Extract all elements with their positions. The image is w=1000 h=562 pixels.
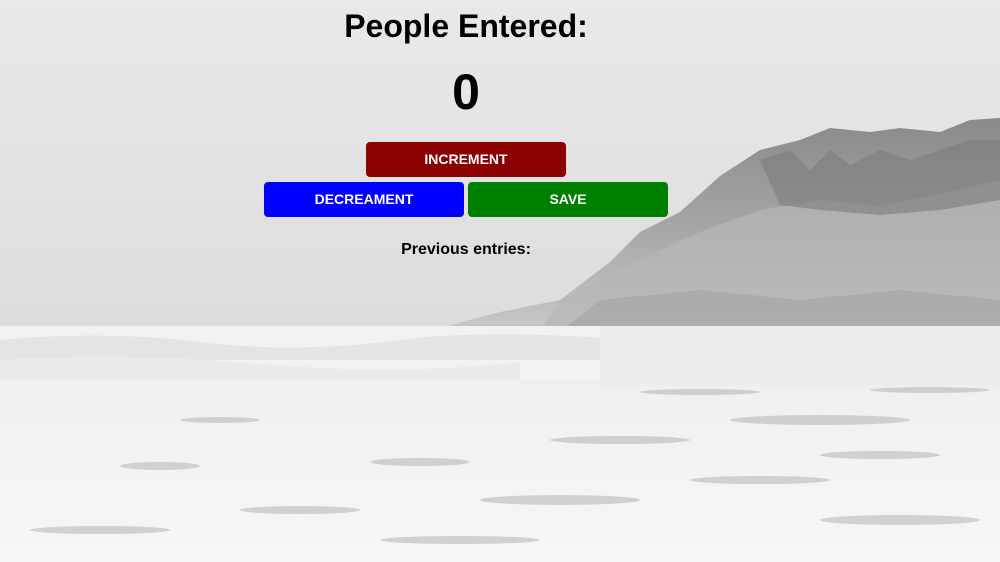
main-content: People Entered: 0 INCREMENT DECREAMENT S…	[0, 0, 1000, 562]
decrement-button[interactable]: DECREAMENT	[264, 182, 464, 217]
people-count: 0	[452, 64, 480, 120]
increment-button[interactable]: INCREMENT	[366, 142, 566, 177]
previous-entries-label: Previous entries:	[401, 241, 531, 258]
page-title: People Entered:	[344, 8, 588, 44]
save-button[interactable]: SAVE	[468, 182, 668, 217]
